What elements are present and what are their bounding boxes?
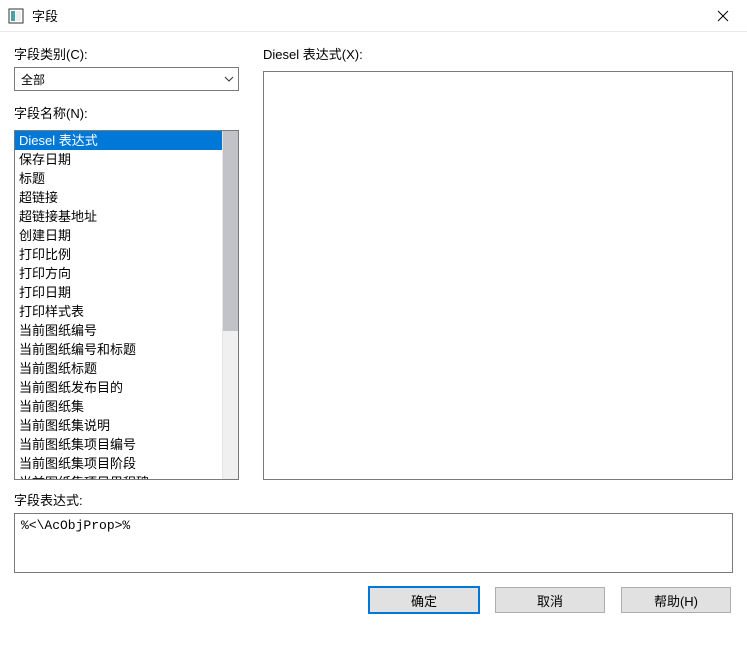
list-item[interactable]: 超链接基地址 bbox=[15, 207, 222, 226]
category-label: 字段类别(C): bbox=[14, 44, 239, 63]
titlebar: 字段 bbox=[0, 0, 747, 32]
cancel-button[interactable]: 取消 bbox=[495, 587, 605, 613]
list-item[interactable]: 超链接 bbox=[15, 188, 222, 207]
titlebar-left: 字段 bbox=[8, 6, 58, 25]
right-column: Diesel 表达式(X): bbox=[263, 44, 733, 480]
field-expr-label: 字段表达式: bbox=[14, 490, 733, 509]
window-title: 字段 bbox=[32, 6, 58, 25]
close-button[interactable] bbox=[703, 1, 743, 31]
field-expression-box[interactable]: %<\AcObjProp>% bbox=[14, 513, 733, 573]
list-item[interactable]: 当前图纸集项目编号 bbox=[15, 435, 222, 454]
list-item[interactable]: 打印日期 bbox=[15, 283, 222, 302]
list-item[interactable]: 当前图纸集 bbox=[15, 397, 222, 416]
list-item[interactable]: 创建日期 bbox=[15, 226, 222, 245]
category-selected: 全部 bbox=[21, 71, 45, 88]
scrollbar-thumb[interactable] bbox=[223, 131, 238, 331]
list-item[interactable]: 打印比例 bbox=[15, 245, 222, 264]
upper-section: 字段类别(C): 全部 字段名称(N): Diesel 表达式保存日期标题超链接… bbox=[14, 44, 733, 480]
left-column: 字段类别(C): 全部 字段名称(N): Diesel 表达式保存日期标题超链接… bbox=[14, 44, 239, 480]
help-button[interactable]: 帮助(H) bbox=[621, 587, 731, 613]
diesel-expr-label: Diesel 表达式(X): bbox=[263, 44, 733, 63]
chevron-down-icon bbox=[224, 74, 234, 84]
bottom-section: 字段表达式: %<\AcObjProp>% bbox=[14, 490, 733, 573]
app-icon bbox=[8, 8, 24, 24]
list-item[interactable]: 打印方向 bbox=[15, 264, 222, 283]
button-row: 确定 取消 帮助(H) bbox=[14, 587, 733, 613]
fieldname-listbox-wrapper: Diesel 表达式保存日期标题超链接超链接基地址创建日期打印比例打印方向打印日… bbox=[14, 130, 239, 480]
list-item[interactable]: 当前图纸发布目的 bbox=[15, 378, 222, 397]
list-item[interactable]: Diesel 表达式 bbox=[15, 131, 222, 150]
scrollbar[interactable] bbox=[222, 131, 238, 479]
list-item[interactable]: 打印样式表 bbox=[15, 302, 222, 321]
list-item[interactable]: 保存日期 bbox=[15, 150, 222, 169]
list-item[interactable]: 当前图纸集说明 bbox=[15, 416, 222, 435]
fieldname-listbox[interactable]: Diesel 表达式保存日期标题超链接超链接基地址创建日期打印比例打印方向打印日… bbox=[15, 131, 222, 479]
ok-button[interactable]: 确定 bbox=[369, 587, 479, 613]
list-item[interactable]: 当前图纸集项目阶段 bbox=[15, 454, 222, 473]
list-item[interactable]: 当前图纸标题 bbox=[15, 359, 222, 378]
list-item[interactable]: 当前图纸编号和标题 bbox=[15, 340, 222, 359]
list-item[interactable]: 当前图纸编号 bbox=[15, 321, 222, 340]
category-combo[interactable]: 全部 bbox=[14, 67, 239, 91]
fieldname-label: 字段名称(N): bbox=[14, 103, 239, 122]
diesel-expression-textarea[interactable] bbox=[263, 71, 733, 480]
list-item[interactable]: 标题 bbox=[15, 169, 222, 188]
list-item[interactable]: 当前图纸集项目里程碑 bbox=[15, 473, 222, 479]
content: 字段类别(C): 全部 字段名称(N): Diesel 表达式保存日期标题超链接… bbox=[0, 32, 747, 625]
